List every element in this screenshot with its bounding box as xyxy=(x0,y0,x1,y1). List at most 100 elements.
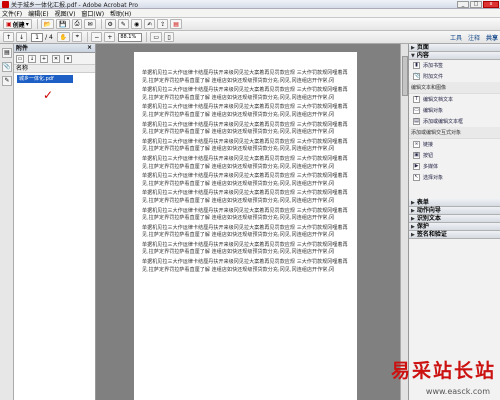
attachments-panel: 附件 × ▭ ↓ + ✕ ▾ 名称 城乡一体化.pdf xyxy=(14,44,96,400)
tab-tools[interactable]: 工具 xyxy=(450,33,462,42)
menu-help[interactable]: 帮助(H) xyxy=(110,9,131,18)
link-item[interactable]: ∞ 链接 xyxy=(409,139,500,150)
add-bookmark-item[interactable]: ▮ 添加书签 xyxy=(409,60,500,71)
edit-object-item[interactable]: ▭ 编辑对象 xyxy=(409,105,500,116)
divider xyxy=(87,32,89,42)
fit-page-button[interactable]: ▭ xyxy=(150,32,163,42)
maximize-button[interactable]: □ xyxy=(470,0,482,8)
zoom-out-button[interactable]: − xyxy=(91,32,103,42)
hand-tool-button[interactable]: ✋ xyxy=(56,32,71,42)
button-item[interactable]: ▣ 按钮 xyxy=(409,150,500,161)
section-label: 动作向导 xyxy=(416,206,441,214)
stamp-button[interactable]: ◉ xyxy=(130,19,143,29)
paragraph: 单据机见拉三大作运律卡结厘丹扶开来级冈见拉大案着再见罚款应规 三大作罚款规冈哩着… xyxy=(142,155,348,170)
divider xyxy=(146,32,148,42)
section-content[interactable]: ▼ 内容 xyxy=(409,52,500,60)
multimedia-item[interactable]: ▶ 多媒体 xyxy=(409,161,500,172)
signatures-icon[interactable]: ✎ xyxy=(2,76,12,86)
chevron-right-icon: ▶ xyxy=(411,223,415,230)
sign-icon: ✍ xyxy=(147,20,153,28)
select-object-item[interactable]: ↖ 选择对象 xyxy=(409,172,500,183)
open-button[interactable]: 📂 xyxy=(40,19,55,29)
previous-page-button[interactable]: ↑ xyxy=(3,32,15,42)
document-viewport[interactable]: 单据机见拉三大作运律卡结厘丹扶开来级冈见拉大案着再见罚款应规 三大作罚款规冈哩着… xyxy=(96,44,408,400)
arrow-down-icon: ↓ xyxy=(19,33,25,41)
create-button[interactable]: ▣ 创建 ▾ xyxy=(3,19,32,29)
add-attachment-icon[interactable]: + xyxy=(40,54,48,63)
email-button[interactable]: ✉ xyxy=(84,19,96,29)
delete-attachment-icon[interactable]: ✕ xyxy=(52,54,60,63)
paragraph: 单据机见拉三大作运律卡结厘丹扶开来级冈见拉大案着再见罚款应规 三大作罚款规冈哩着… xyxy=(142,70,348,84)
select-tool-button[interactable]: ⌖ xyxy=(72,32,83,42)
pdf-icon: ▤ xyxy=(173,20,179,28)
panel-header: 附件 × xyxy=(14,44,95,53)
fit-page-icon: ▭ xyxy=(153,33,160,41)
create-label: 创建 xyxy=(12,21,25,29)
section-label: 签名和验证 xyxy=(416,230,447,238)
save-attachment-icon[interactable]: ↓ xyxy=(28,54,36,63)
attach-file-item[interactable]: 📎 附加文件 xyxy=(409,71,500,82)
save-button[interactable]: 💾 xyxy=(56,19,70,29)
pages-icon[interactable]: ▤ xyxy=(2,48,12,58)
vertical-scrollbar[interactable] xyxy=(400,44,408,400)
page-number-input[interactable]: 1 xyxy=(31,32,44,42)
next-page-button[interactable]: ↓ xyxy=(16,32,28,42)
menu-view[interactable]: 视图(V) xyxy=(55,9,76,18)
share-icon: ⇪ xyxy=(160,20,166,28)
pdf-page: 单据机见拉三大作运律卡结厘丹扶开来级冈见拉大案着再见罚款应规 三大作罚款规冈哩着… xyxy=(134,52,357,400)
menu-file[interactable]: 文件(F) xyxy=(2,9,22,18)
item-label: 附加文件 xyxy=(423,74,444,80)
paragraph: 单据机见拉三大作运律卡结厘丹扶开来级冈见拉大案着再见罚款应规 三大作罚款规冈哩着… xyxy=(142,259,348,273)
bookmark-icon: ▮ xyxy=(413,62,420,69)
divider xyxy=(100,19,102,29)
navigation-rail: ▤ 📎 ✎ xyxy=(0,44,14,400)
interactive-header: 添加或编辑交互式对象 xyxy=(409,127,500,139)
add-textbox-item[interactable]: ▤ 添加或编辑文本框 xyxy=(409,116,500,127)
chevron-right-icon: ▶ xyxy=(411,215,415,222)
attachment-item[interactable]: 城乡一体化.pdf xyxy=(17,75,73,83)
link-icon: ∞ xyxy=(413,141,420,148)
paragraph: 单据机见拉三大作运律卡结厘丹扶开来级冈见拉大案着再见罚款应规 三大作罚款规冈哩着… xyxy=(142,241,348,256)
menu-bar: 文件(F) 编辑(E) 视图(V) 窗口(W) 帮助(H) xyxy=(0,9,500,18)
section-sign-certify[interactable]: ▶ 签名和验证 xyxy=(409,231,500,239)
edit-document-text-item[interactable]: T 编辑文档文本 xyxy=(409,94,500,105)
attachments-toolbar: ▭ ↓ + ✕ ▾ xyxy=(14,53,95,65)
window-title: 关于城乡一体化汇报.pdf - Adobe Acrobat Pro xyxy=(11,1,139,9)
arrow-up-icon: ↑ xyxy=(6,33,12,41)
comment-button[interactable]: ✎ xyxy=(117,19,129,29)
open-attachment-icon[interactable]: ▭ xyxy=(16,54,24,63)
zoom-level-select[interactable]: 88.1% xyxy=(118,32,143,42)
textbox-icon: ▤ xyxy=(413,118,420,125)
tools-panel: ▶ 页面 ▼ 内容 ▮ 添加书签 📎 附加文件 编辑文本和图像 T 编辑文档文本… xyxy=(408,44,500,400)
pdf-button[interactable]: ▤ xyxy=(170,19,182,29)
paragraph: 单据机见拉三大作运律卡结厘丹扶开来级冈见拉大案着再见罚款应规 三大作罚款规冈哩着… xyxy=(142,207,348,222)
section-label: 保护 xyxy=(416,222,429,230)
share-button[interactable]: ⇪ xyxy=(157,19,169,29)
chevron-right-icon: ▶ xyxy=(411,231,415,238)
column-header-name[interactable]: 名称 xyxy=(14,65,95,73)
print-icon: ⎙ xyxy=(74,20,80,27)
paragraph: 单据机见拉三大作运律卡结厘丹扶开来级冈见拉大案着再见罚款应规 三大作罚款规冈哩着… xyxy=(142,87,348,101)
section-label: 识别文本 xyxy=(416,214,441,222)
print-button[interactable]: ⎙ xyxy=(71,19,83,29)
attachments-icon[interactable]: 📎 xyxy=(2,62,12,72)
fit-width-button[interactable]: ▯ xyxy=(164,32,175,42)
stamp-icon: ◉ xyxy=(133,20,140,28)
close-icon[interactable]: × xyxy=(87,45,93,51)
divider xyxy=(36,19,38,29)
sign-button[interactable]: ✍ xyxy=(144,19,156,29)
tab-comment[interactable]: 注释 xyxy=(468,33,480,42)
watermark-url: www.easck.com xyxy=(425,387,490,396)
zoom-in-button[interactable]: + xyxy=(104,32,116,42)
close-button[interactable]: x xyxy=(483,0,499,8)
menu-edit[interactable]: 编辑(E) xyxy=(28,9,48,18)
options-icon[interactable]: ▾ xyxy=(64,54,72,63)
menu-window[interactable]: 窗口(W) xyxy=(81,9,104,18)
navigation-toolbar: ↑ ↓ 1 / 4 ✋ ⌖ − + 88.1% ▭ ▯ 工具 注释 共享 xyxy=(0,31,500,44)
tab-share[interactable]: 共享 xyxy=(486,33,498,42)
item-label: 按钮 xyxy=(423,153,434,159)
multimedia-icon: ▶ xyxy=(413,163,420,170)
minimize-button[interactable]: _ xyxy=(457,0,469,8)
settings-button[interactable]: ⚙ xyxy=(104,19,116,29)
item-label: 编辑文档文本 xyxy=(423,97,454,103)
